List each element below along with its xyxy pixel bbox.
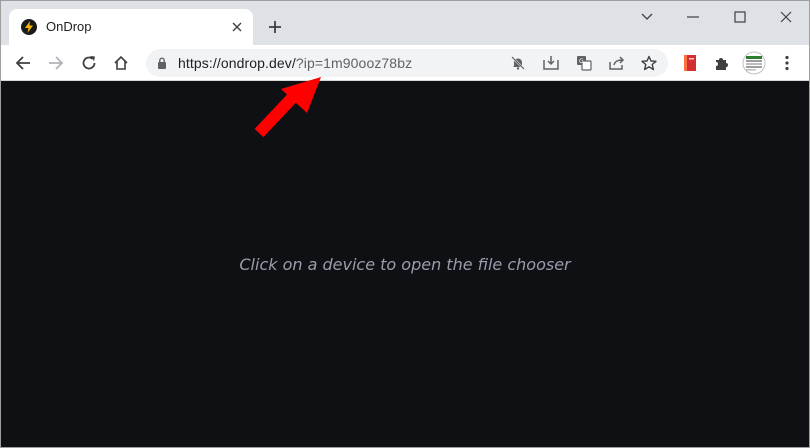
url-text: https://ondrop.dev/?ip=1m90ooz78bz: [178, 55, 412, 71]
reload-button[interactable]: [75, 49, 103, 77]
back-button[interactable]: [9, 49, 37, 77]
lock-icon[interactable]: [154, 55, 170, 71]
translate-icon[interactable]: G: [574, 53, 594, 73]
url-host: https://ondrop.dev/: [178, 55, 296, 71]
notifications-blocked-icon[interactable]: [508, 53, 528, 73]
file-chooser-hint: Click on a device to open the file choos…: [239, 255, 571, 274]
close-icon[interactable]: [227, 17, 247, 37]
browser-window: OnDrop https://ondrop.dev/?ip=1m90ooz78b…: [0, 0, 810, 448]
tab-search-icon[interactable]: [624, 1, 670, 33]
extensions-puzzle-icon[interactable]: [708, 49, 736, 77]
home-button[interactable]: [107, 49, 135, 77]
address-bar[interactable]: https://ondrop.dev/?ip=1m90ooz78bz G: [146, 49, 668, 77]
profile-avatar[interactable]: [740, 49, 768, 77]
browser-toolbar: https://ondrop.dev/?ip=1m90ooz78bz G: [1, 45, 809, 81]
forward-button[interactable]: [42, 49, 70, 77]
page-content[interactable]: Click on a device to open the file choos…: [1, 82, 809, 447]
minimize-button[interactable]: [670, 1, 716, 33]
maximize-button[interactable]: [717, 1, 763, 33]
install-app-icon[interactable]: [541, 53, 561, 73]
tab-title: OnDrop: [46, 19, 92, 34]
menu-kebab-icon[interactable]: [773, 49, 801, 77]
extension-red-book-icon[interactable]: [676, 49, 704, 77]
lightning-bolt-icon: [21, 19, 37, 35]
bookmark-star-icon[interactable]: [639, 53, 659, 73]
close-window-button[interactable]: [763, 1, 809, 33]
annotation-arrow-icon: [254, 77, 321, 138]
tab-strip: OnDrop: [1, 1, 809, 45]
svg-text:G: G: [579, 58, 584, 65]
tab-ondrop[interactable]: OnDrop: [9, 9, 253, 45]
share-icon[interactable]: [607, 53, 627, 73]
new-tab-button[interactable]: [263, 15, 287, 39]
url-query: ?ip=1m90ooz78bz: [295, 55, 413, 71]
